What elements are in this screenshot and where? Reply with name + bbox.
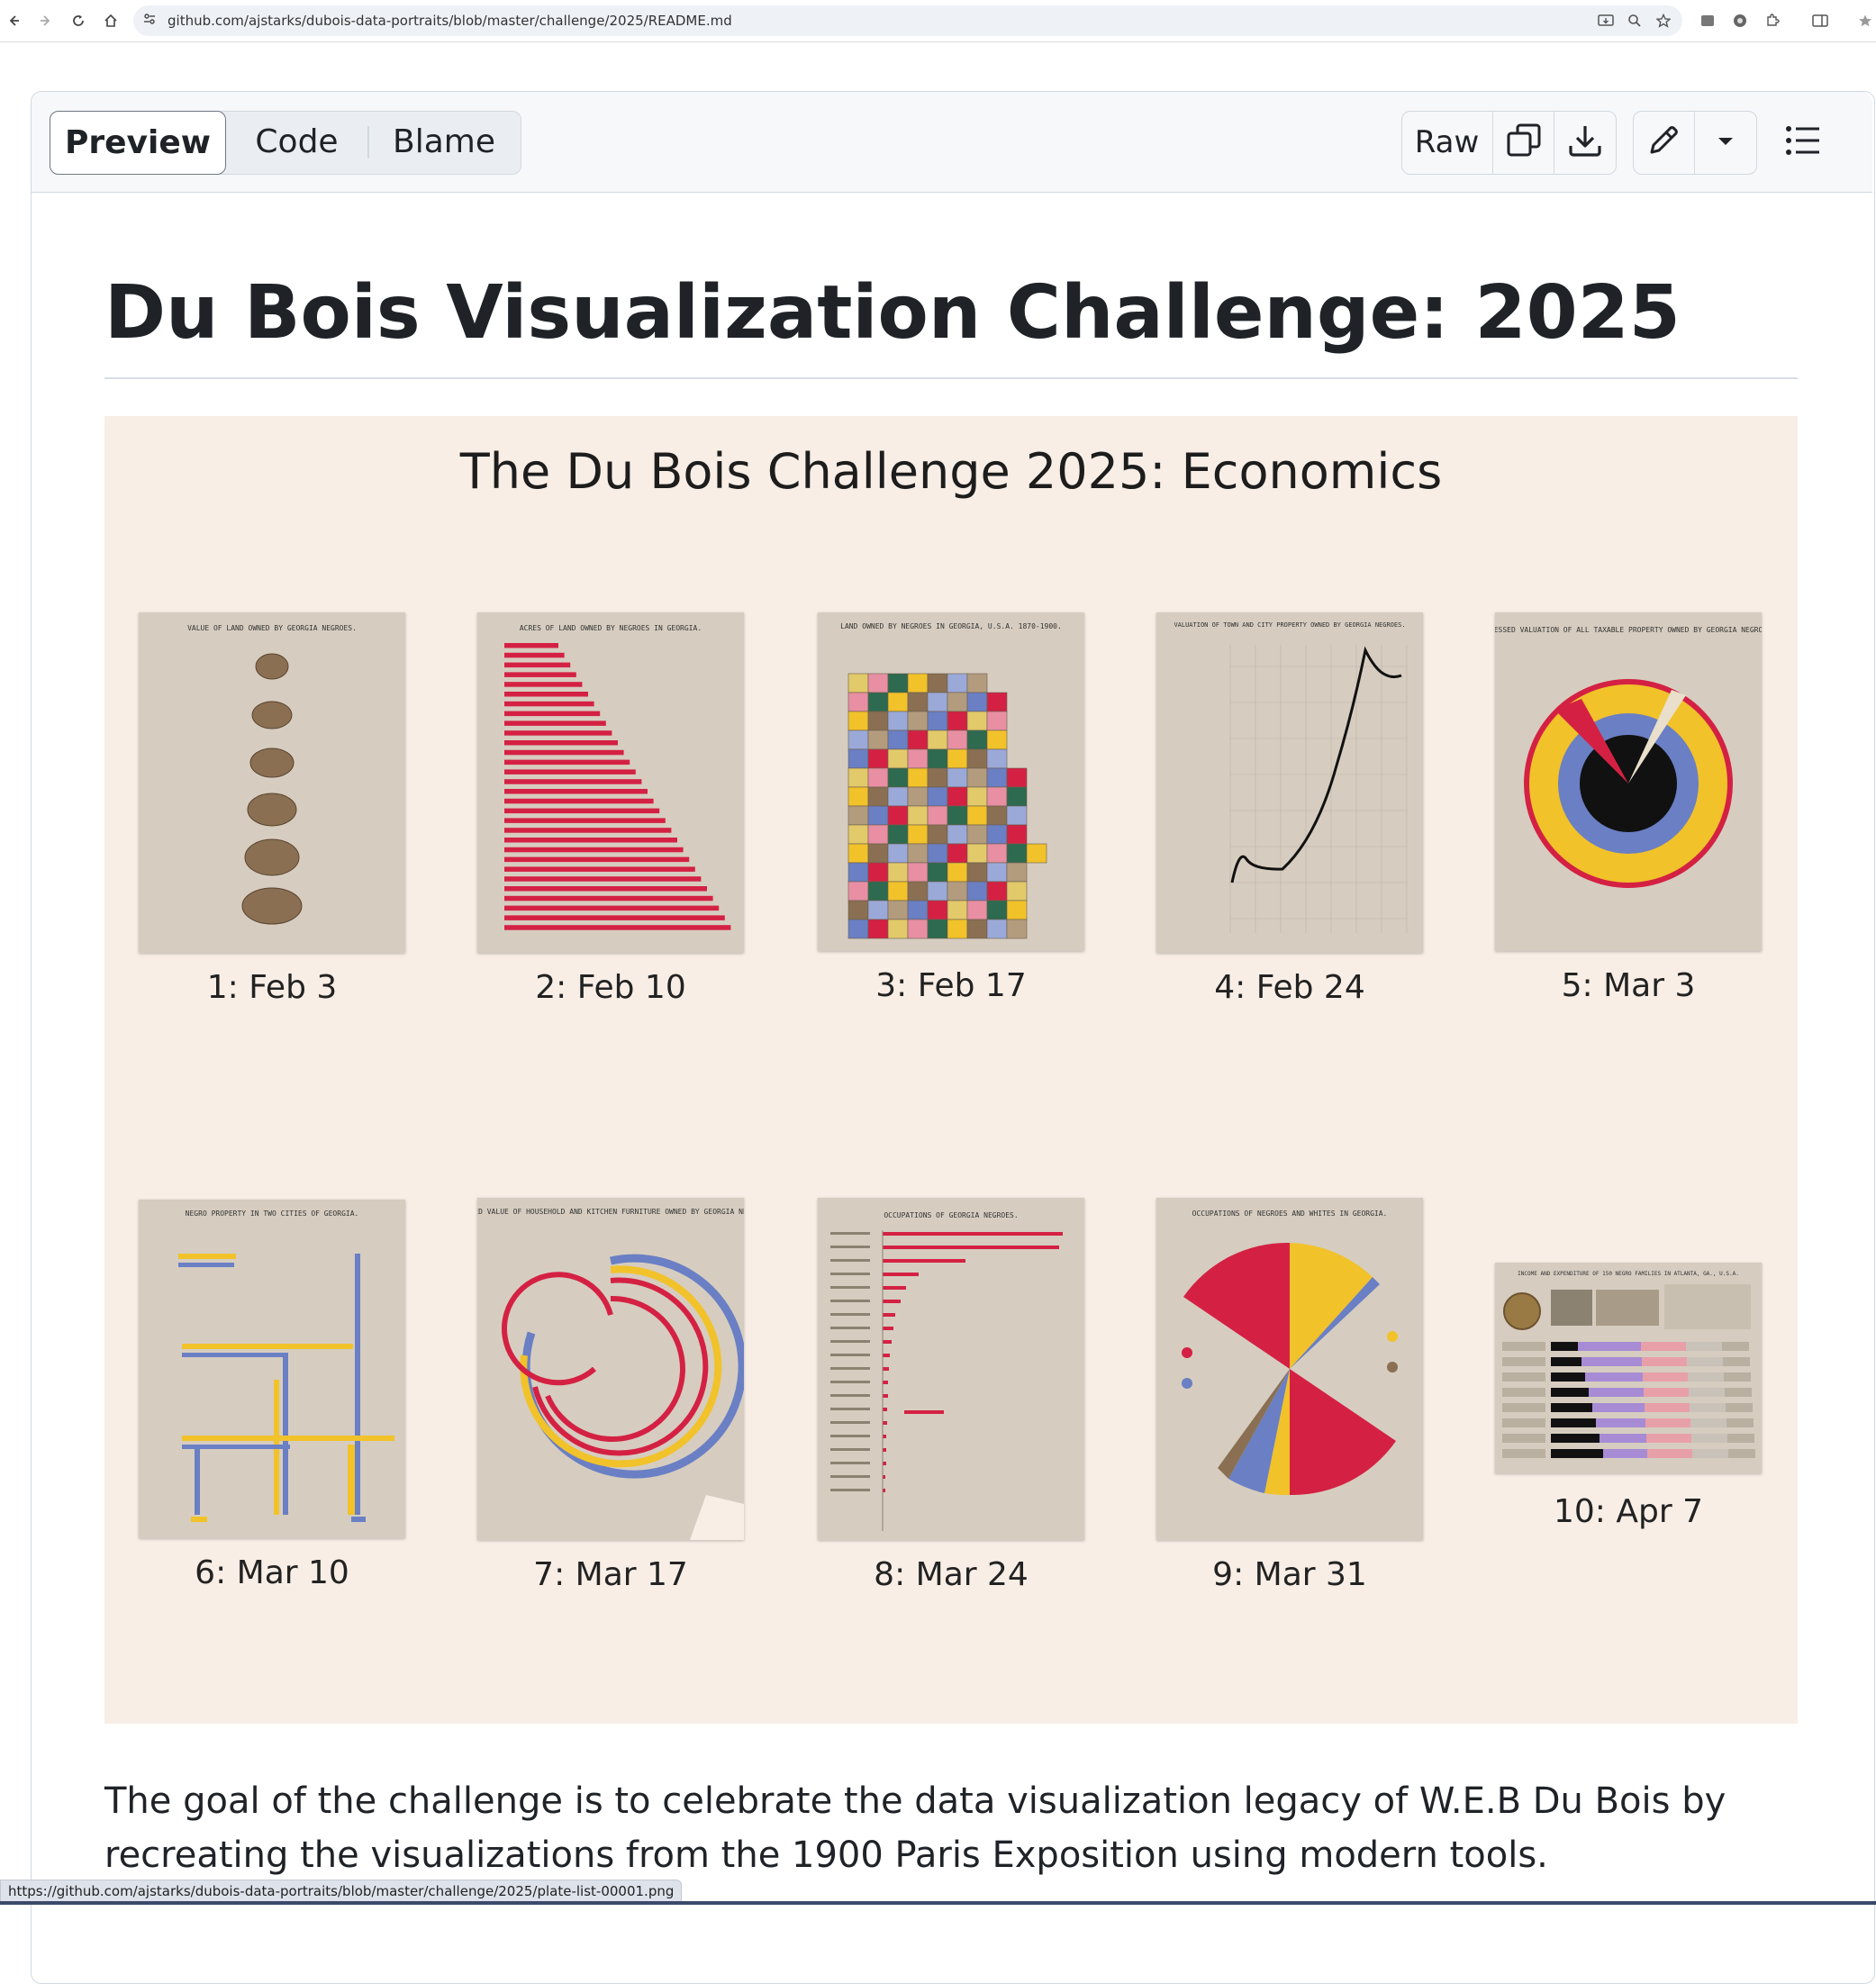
link-status-bar: https://github.com/ajstarks/dubois-data-… [0,1880,683,1903]
plate-date-label: 5: Mar 3 [1561,967,1696,1004]
plate-caption: NEGRO PROPERTY IN TWO CITIES OF GEORGIA. [186,1209,359,1218]
plate-date-label: 2: Feb 10 [535,969,686,1006]
copy-icon [1505,122,1543,163]
extension-icon[interactable] [1698,11,1717,31]
page-title: Du Bois Visualization Challenge: 2025 [104,270,1681,356]
bookmark-star-icon[interactable] [1654,11,1673,31]
site-settings-icon[interactable] [142,12,157,30]
install-app-icon[interactable] [1596,11,1616,31]
tab-code[interactable]: Code [227,111,367,173]
plate-thumbnail[interactable]: OCCUPATIONS OF NEGROES AND WHITES IN GEO… [1156,1198,1423,1540]
plate-date-label: 8: Mar 24 [874,1556,1029,1593]
plate-date-label: 1: Feb 3 [206,969,338,1006]
taskbar-edge [0,1901,1876,1905]
plate-thumbnail[interactable]: INCOME AND EXPENDITURE OF 150 NEGRO FAMI… [1495,1263,1762,1473]
plate-caption: VALUATION OF TOWN AND CITY PROPERTY OWNE… [1174,621,1405,629]
home-icon[interactable] [97,7,124,34]
plate-date-label: 3: Feb 17 [875,967,1027,1004]
plate-date-label: 7: Mar 17 [533,1556,688,1593]
zoom-icon[interactable] [1625,11,1645,31]
heading-divider [104,377,1798,379]
plate-thumbnail[interactable]: LAND OWNED BY NEGROES IN GEORGIA, U.S.A.… [818,612,1084,951]
reload-icon[interactable] [65,7,92,34]
download-raw-button[interactable] [1554,111,1615,173]
plate-caption: LAND OWNED BY NEGROES IN GEORGIA, U.S.A.… [840,622,1062,630]
plate-caption: INCOME AND EXPENDITURE OF 150 NEGRO FAMI… [1518,1271,1739,1277]
triangle-down-icon [1717,133,1735,150]
edit-file-button[interactable] [1633,111,1694,173]
plate-caption: OCCUPATIONS OF GEORGIA NEGROES. [884,1211,1018,1219]
list-unordered-icon [1785,125,1821,159]
tab-preview[interactable]: Preview [50,111,226,175]
plate-caption: OCCUPATIONS OF NEGROES AND WHITES IN GEO… [1192,1209,1388,1218]
copy-raw-button[interactable] [1493,111,1554,173]
outline-button[interactable] [1772,111,1834,173]
plate-thumbnail[interactable]: VALUE OF LAND OWNED BY GEORGIA NEGROES. [139,612,405,953]
browser-toolbar: github.com/ajstarks/dubois-data-portrait… [0,0,1876,42]
forward-icon[interactable] [32,7,59,34]
url-text: github.com/ajstarks/dubois-data-portrait… [168,13,732,29]
puzzle-icon[interactable] [1763,11,1782,31]
plate-thumbnail[interactable]: ACRES OF LAND OWNED BY NEGROES IN GEORGI… [477,612,744,953]
back-icon[interactable] [0,7,27,34]
download-icon [1567,122,1603,162]
raw-button[interactable]: Raw [1401,111,1492,173]
edit-options-dropdown[interactable] [1695,111,1755,173]
plate-thumbnail[interactable]: ASSESSED VALUATION OF ALL TAXABLE PROPER… [1481,612,1776,951]
profile-icon[interactable] [1855,11,1875,31]
pencil-icon [1646,123,1681,161]
plate-caption: ASSESSED VALUATION OF ALL TAXABLE PROPER… [1495,626,1762,634]
side-panel-icon[interactable] [1810,11,1830,31]
plate-thumbnail[interactable]: VALUATION OF TOWN AND CITY PROPERTY OWNE… [1156,612,1423,953]
plate-date-label: 10: Apr 7 [1553,1493,1703,1530]
banner-title: The Du Bois Challenge 2025: Economics [459,443,1443,500]
challenge-banner-image[interactable]: The Du Bois Challenge 2025: Economics VA… [104,416,1798,1724]
plate-caption: VALUE OF LAND OWNED BY GEORGIA NEGROES. [187,624,357,632]
tab-blame[interactable]: Blame [369,111,519,173]
plate-thumbnail[interactable]: NEGRO PROPERTY IN TWO CITIES OF GEORGIA. [139,1200,405,1538]
plate-caption: ACRES OF LAND OWNED BY NEGROES IN GEORGI… [520,624,702,632]
plate-date-label: 4: Feb 24 [1214,969,1365,1006]
plate-thumbnail[interactable]: OCCUPATIONS OF GEORGIA NEGROES. [818,1198,1084,1540]
plate-thumbnail[interactable]: ASSESSED VALUE OF HOUSEHOLD AND KITCHEN … [448,1198,774,1540]
extension-icon[interactable] [1730,11,1750,31]
intro-paragraph: The goal of the challenge is to celebrat… [104,1780,1726,1876]
plate-date-label: 6: Mar 10 [195,1554,349,1591]
plate-caption: ASSESSED VALUE OF HOUSEHOLD AND KITCHEN … [477,1208,744,1216]
plate-date-label: 9: Mar 31 [1212,1556,1367,1593]
